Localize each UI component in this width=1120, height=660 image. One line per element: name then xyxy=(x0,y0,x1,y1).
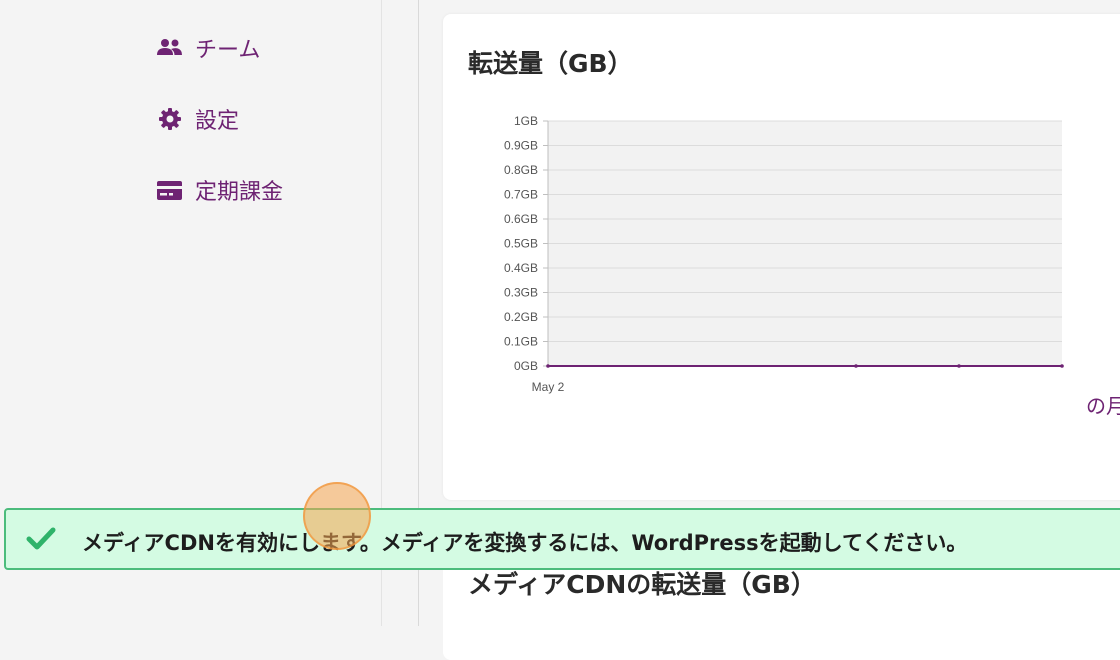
data-point xyxy=(546,364,550,368)
y-tick-label: 0.3GB xyxy=(504,286,538,300)
y-tick-label: 0.2GB xyxy=(504,310,538,324)
cursor-highlight xyxy=(303,482,371,550)
month-selector[interactable]: の月 xyxy=(1086,390,1120,419)
sidebar-item-team[interactable]: チーム xyxy=(157,33,260,63)
data-point xyxy=(854,364,858,368)
bandwidth-card: 転送量（GB） 1GB 0.9GB 0.8GB 0.7GB 0.6GB 0.5GB 0.4G… xyxy=(443,14,1120,500)
toast-message: メディアCDNを有効にします。メディアを変換するには、WordPressを起動し… xyxy=(82,531,968,555)
gear-icon xyxy=(157,107,182,132)
y-tick-label: 0.4GB xyxy=(504,261,538,275)
card-title: メディアCDNの転送量（GB） xyxy=(468,570,816,599)
y-tick-label: 1GB xyxy=(514,114,538,128)
sidebar-item-settings[interactable]: 設定 xyxy=(157,104,239,134)
y-tick-label: 0.6GB xyxy=(504,212,538,226)
sidebar-item-label: チーム xyxy=(195,38,261,63)
sidebar-item-label: 定期課金 xyxy=(195,180,284,205)
success-toast: メディアCDNを有効にします。メディアを変換するには、WordPressを起動し… xyxy=(4,508,1120,570)
y-tick-label: 0.7GB xyxy=(504,188,538,202)
data-point xyxy=(1060,364,1064,368)
sidebar-item-label: 設定 xyxy=(195,109,240,134)
y-tick-label: 0.1GB xyxy=(504,335,538,349)
check-icon xyxy=(26,527,56,551)
x-tick-label: May 2 xyxy=(532,380,565,394)
credit-card-icon xyxy=(157,178,182,203)
sidebar-item-billing[interactable]: 定期課金 xyxy=(157,175,283,205)
y-tick-label: 0.5GB xyxy=(504,237,538,251)
bandwidth-chart: 1GB 0.9GB 0.8GB 0.7GB 0.6GB 0.5GB 0.4GB 0.3GB 0.… xyxy=(504,114,1064,394)
y-tick-label: 0GB xyxy=(514,359,538,373)
y-tick-label: 0.8GB xyxy=(504,163,538,177)
users-icon xyxy=(157,36,182,61)
y-tick-label: 0.9GB xyxy=(504,139,538,153)
data-point xyxy=(957,364,961,368)
